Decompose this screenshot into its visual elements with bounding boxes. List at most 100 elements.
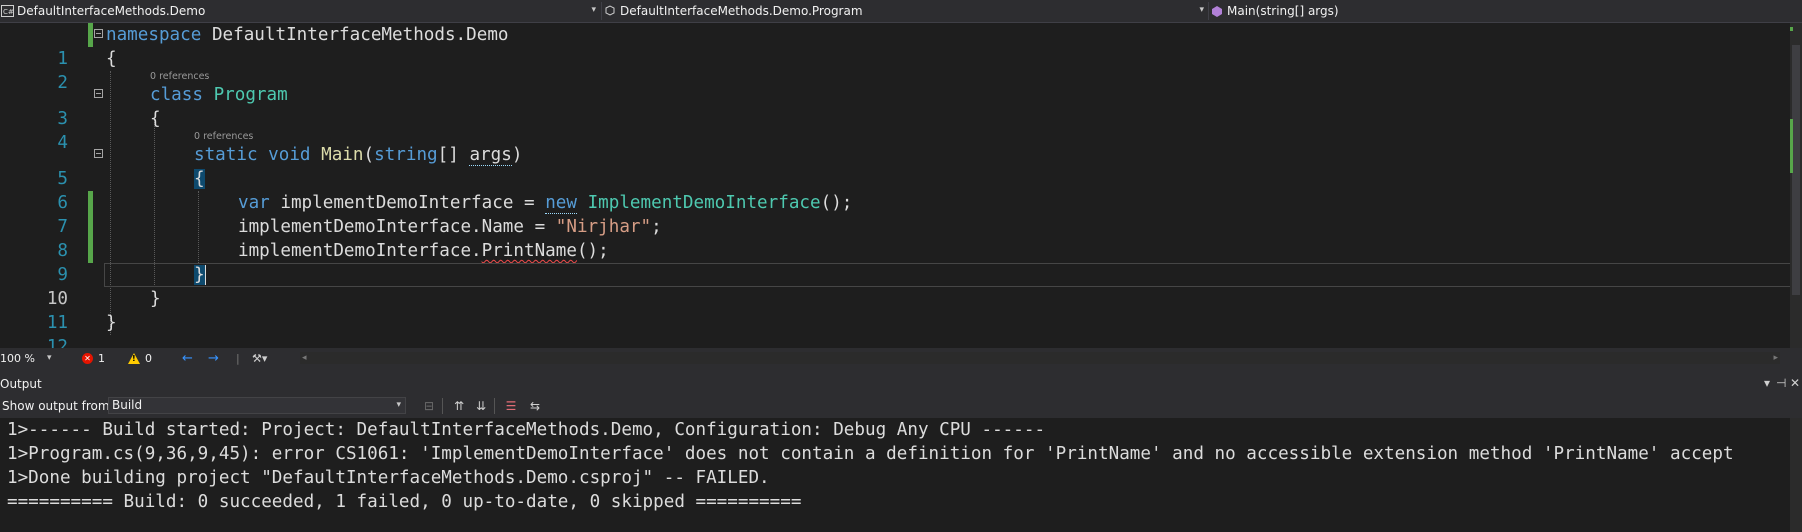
scroll-right-icon[interactable]: ▸ bbox=[1773, 353, 1778, 363]
code-line[interactable]: 3 class Program bbox=[0, 83, 1790, 129]
keyword: var bbox=[238, 193, 270, 213]
output-text-area[interactable]: 1>------ Build started: Project: Default… bbox=[0, 418, 1790, 532]
brace: { bbox=[106, 49, 117, 69]
chevron-down-icon: ▾ bbox=[1199, 5, 1204, 15]
member-dropdown[interactable]: Main(string[] args) bbox=[1210, 0, 1802, 22]
toolbar-separator bbox=[442, 398, 443, 414]
chevron-down-icon: ▾ bbox=[591, 5, 596, 15]
code-line[interactable]: 11 } bbox=[0, 287, 1790, 333]
collapse-icon[interactable] bbox=[94, 29, 103, 38]
output-line: 1>Done building project "DefaultInterfac… bbox=[7, 468, 770, 488]
close-icon[interactable]: ✕ bbox=[1790, 376, 1800, 390]
zoom-level: 100 % bbox=[0, 351, 35, 365]
editor-horizontal-scrollbar[interactable]: ◂ ▸ bbox=[300, 352, 1780, 364]
zoom-dropdown[interactable]: 100 % ▾ bbox=[0, 348, 51, 368]
output-source-dropdown[interactable]: Build ▾ bbox=[108, 397, 406, 414]
type-label: DefaultInterfaceMethods.Demo.Program bbox=[620, 4, 863, 18]
error-count: 1 bbox=[98, 351, 105, 365]
project-dropdown[interactable]: C# DefaultInterfaceMethods.Demo ▾ bbox=[0, 0, 600, 22]
tool-icon[interactable]: ⚒▾ bbox=[252, 348, 267, 368]
change-marker bbox=[88, 239, 93, 263]
change-marker bbox=[88, 215, 93, 239]
code-line[interactable]: 9 implementDemoInterface.PrintName(); bbox=[0, 239, 1790, 285]
go-to-next-icon[interactable]: ⇊ bbox=[472, 398, 490, 414]
keyword: static bbox=[194, 145, 258, 165]
keyword: void bbox=[268, 145, 311, 165]
code-line[interactable]: 4 { bbox=[0, 107, 1790, 153]
method-name: Main bbox=[321, 145, 364, 165]
text-caret bbox=[204, 265, 206, 285]
output-source-value: Build bbox=[112, 398, 143, 412]
window-menu-icon[interactable]: ▾ bbox=[1764, 376, 1770, 390]
code-text: ; bbox=[651, 217, 662, 237]
chevron-down-icon: ▾ bbox=[396, 400, 401, 410]
status-divider: | bbox=[236, 351, 240, 365]
change-marker bbox=[88, 23, 93, 47]
code-text: implementDemoInterface.Name = bbox=[238, 217, 556, 237]
type-name: ImplementDemoInterface bbox=[587, 193, 821, 213]
warning-count-button[interactable]: 0 bbox=[128, 348, 152, 368]
output-line: ========== Build: 0 succeeded, 1 failed,… bbox=[7, 492, 802, 512]
code-text: implementDemoInterface = bbox=[269, 193, 546, 213]
member-label: Main(string[] args) bbox=[1227, 4, 1339, 18]
output-toolbar: Show output from: Build ▾ ⊟ ⇈ ⇊ ☰ ⇆ bbox=[0, 394, 1802, 418]
brace: } bbox=[106, 313, 117, 333]
brace: { bbox=[194, 169, 205, 189]
code-line[interactable]: 12 } bbox=[0, 311, 1790, 348]
error-icon: ✕ bbox=[82, 352, 93, 364]
code-line[interactable]: 7 var implementDemoInterface = new Imple… bbox=[0, 191, 1790, 237]
keyword: class bbox=[150, 85, 203, 105]
editor-status-strip: 100 % ▾ ✕ 1 0 ← → | ⚒▾ ◂ ▸ bbox=[0, 348, 1802, 368]
string-literal: "Nirjhar" bbox=[555, 217, 652, 237]
collapse-icon[interactable] bbox=[94, 89, 103, 98]
paren: ( bbox=[363, 145, 375, 165]
code-line[interactable]: 8 implementDemoInterface.Name = "Nirjhar… bbox=[0, 215, 1790, 261]
code-editor[interactable]: 1 namespace DefaultInterfaceMethods.Demo… bbox=[0, 23, 1802, 348]
csharp-file-icon: C# bbox=[1, 5, 14, 17]
namespace-name: DefaultInterfaceMethods.Demo bbox=[211, 25, 509, 45]
output-vertical-scrollbar[interactable] bbox=[1790, 418, 1802, 532]
code-line[interactable]: 6 { bbox=[0, 167, 1790, 213]
scroll-left-icon[interactable]: ◂ bbox=[302, 353, 307, 363]
code-line[interactable]: 5 static void Main(string[] args) bbox=[0, 143, 1790, 189]
navigation-bar: C# DefaultInterfaceMethods.Demo ▾ Defaul… bbox=[0, 0, 1802, 23]
codelens-references[interactable]: 0 references bbox=[194, 131, 253, 142]
error-count-button[interactable]: ✕ 1 bbox=[82, 348, 105, 368]
brace: } bbox=[150, 289, 161, 309]
brace: } bbox=[194, 265, 205, 285]
current-code-line[interactable]: 10 } bbox=[0, 263, 1792, 309]
change-marker bbox=[88, 191, 93, 215]
scrollbar-thumb[interactable] bbox=[1792, 45, 1800, 295]
class-name: Program bbox=[213, 85, 288, 105]
pin-icon[interactable]: ⊣ bbox=[1776, 376, 1786, 390]
keyword: string bbox=[374, 145, 438, 165]
class-icon bbox=[605, 5, 615, 16]
output-line: 1>------ Build started: Project: Default… bbox=[7, 420, 1046, 440]
array-brackets: [] bbox=[437, 145, 470, 165]
keyword: namespace bbox=[106, 25, 202, 45]
editor-vertical-scrollbar[interactable] bbox=[1790, 23, 1802, 348]
nav-back-icon[interactable]: ← bbox=[182, 348, 193, 368]
parameter-name: args bbox=[469, 145, 512, 166]
svg-text:C#: C# bbox=[3, 8, 14, 16]
nav-forward-icon[interactable]: → bbox=[208, 348, 219, 368]
code-text: (); bbox=[576, 241, 609, 261]
find-message-icon[interactable]: ⊟ bbox=[420, 398, 438, 414]
code-line[interactable]: 2 { bbox=[0, 47, 1790, 93]
codelens-references[interactable]: 0 references bbox=[150, 71, 209, 82]
code-line[interactable]: 1 namespace DefaultInterfaceMethods.Demo bbox=[0, 23, 1790, 69]
clear-all-icon[interactable]: ☰ bbox=[502, 398, 520, 414]
keyword: new bbox=[545, 193, 577, 214]
collapse-icon[interactable] bbox=[94, 149, 103, 158]
brace: { bbox=[150, 109, 161, 129]
go-to-previous-icon[interactable]: ⇈ bbox=[450, 398, 468, 414]
output-line: 1>Program.cs(9,36,9,45): error CS1061: '… bbox=[7, 444, 1734, 464]
nav-divider bbox=[1208, 2, 1209, 20]
error-squiggle[interactable]: PrintName bbox=[482, 241, 577, 261]
type-dropdown[interactable]: DefaultInterfaceMethods.Demo.Program ▾ bbox=[603, 0, 1208, 22]
code-text: implementDemoInterface. bbox=[238, 241, 482, 261]
nav-divider bbox=[601, 2, 602, 20]
code-line[interactable]: 13 bbox=[0, 335, 1790, 348]
word-wrap-icon[interactable]: ⇆ bbox=[526, 398, 544, 414]
warning-icon bbox=[128, 352, 140, 364]
